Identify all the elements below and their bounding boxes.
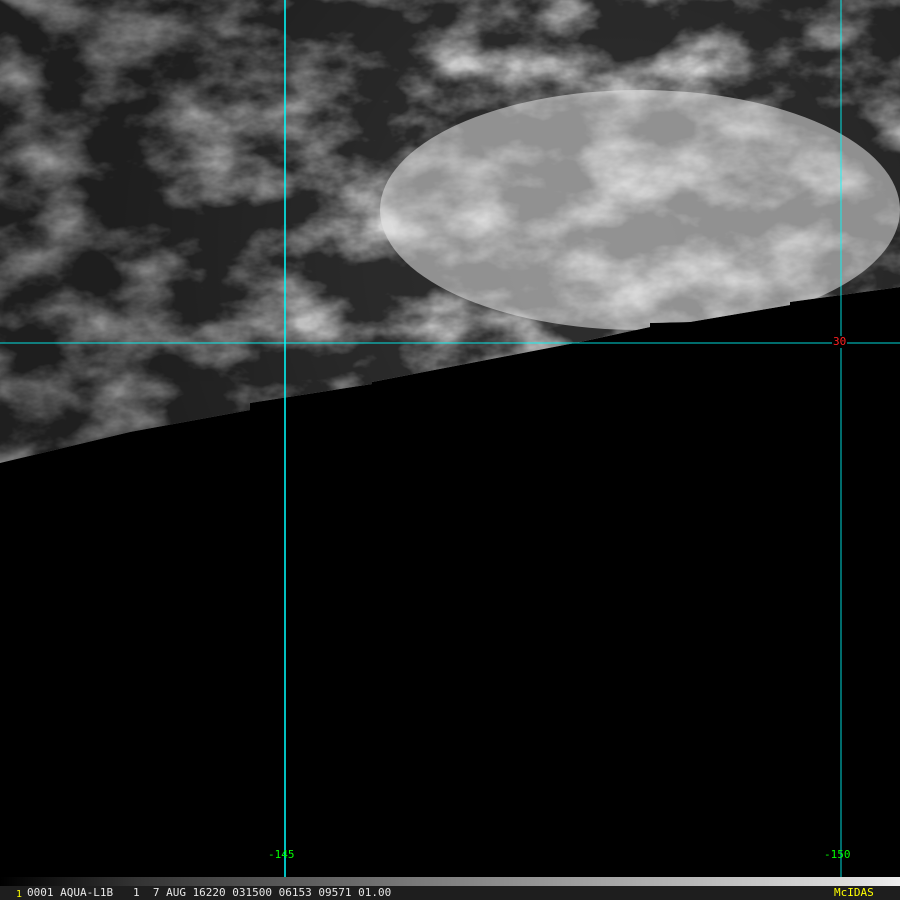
satellite-cloud-image bbox=[0, 0, 900, 900]
longitude-label: -145 bbox=[268, 848, 295, 861]
info-bar: 0001 AQUA-L1B 1 7 AUG 16220 031500 06153… bbox=[0, 886, 900, 900]
latitude-label: 30 bbox=[832, 335, 848, 348]
satellite-image-viewer: -145 -150 30 0001 AQUA-L1B 1 7 AUG 16220… bbox=[0, 0, 900, 900]
bright-cloud-mass bbox=[380, 90, 900, 330]
frame-number: 1 bbox=[16, 889, 23, 900]
mcidas-brand: McIDAS bbox=[834, 886, 874, 899]
image-metadata-text: 0001 AQUA-L1B 1 7 AUG 16220 031500 06153… bbox=[27, 886, 392, 899]
longitude-label: -150 bbox=[824, 848, 851, 861]
grayscale-color-bar bbox=[0, 877, 900, 886]
